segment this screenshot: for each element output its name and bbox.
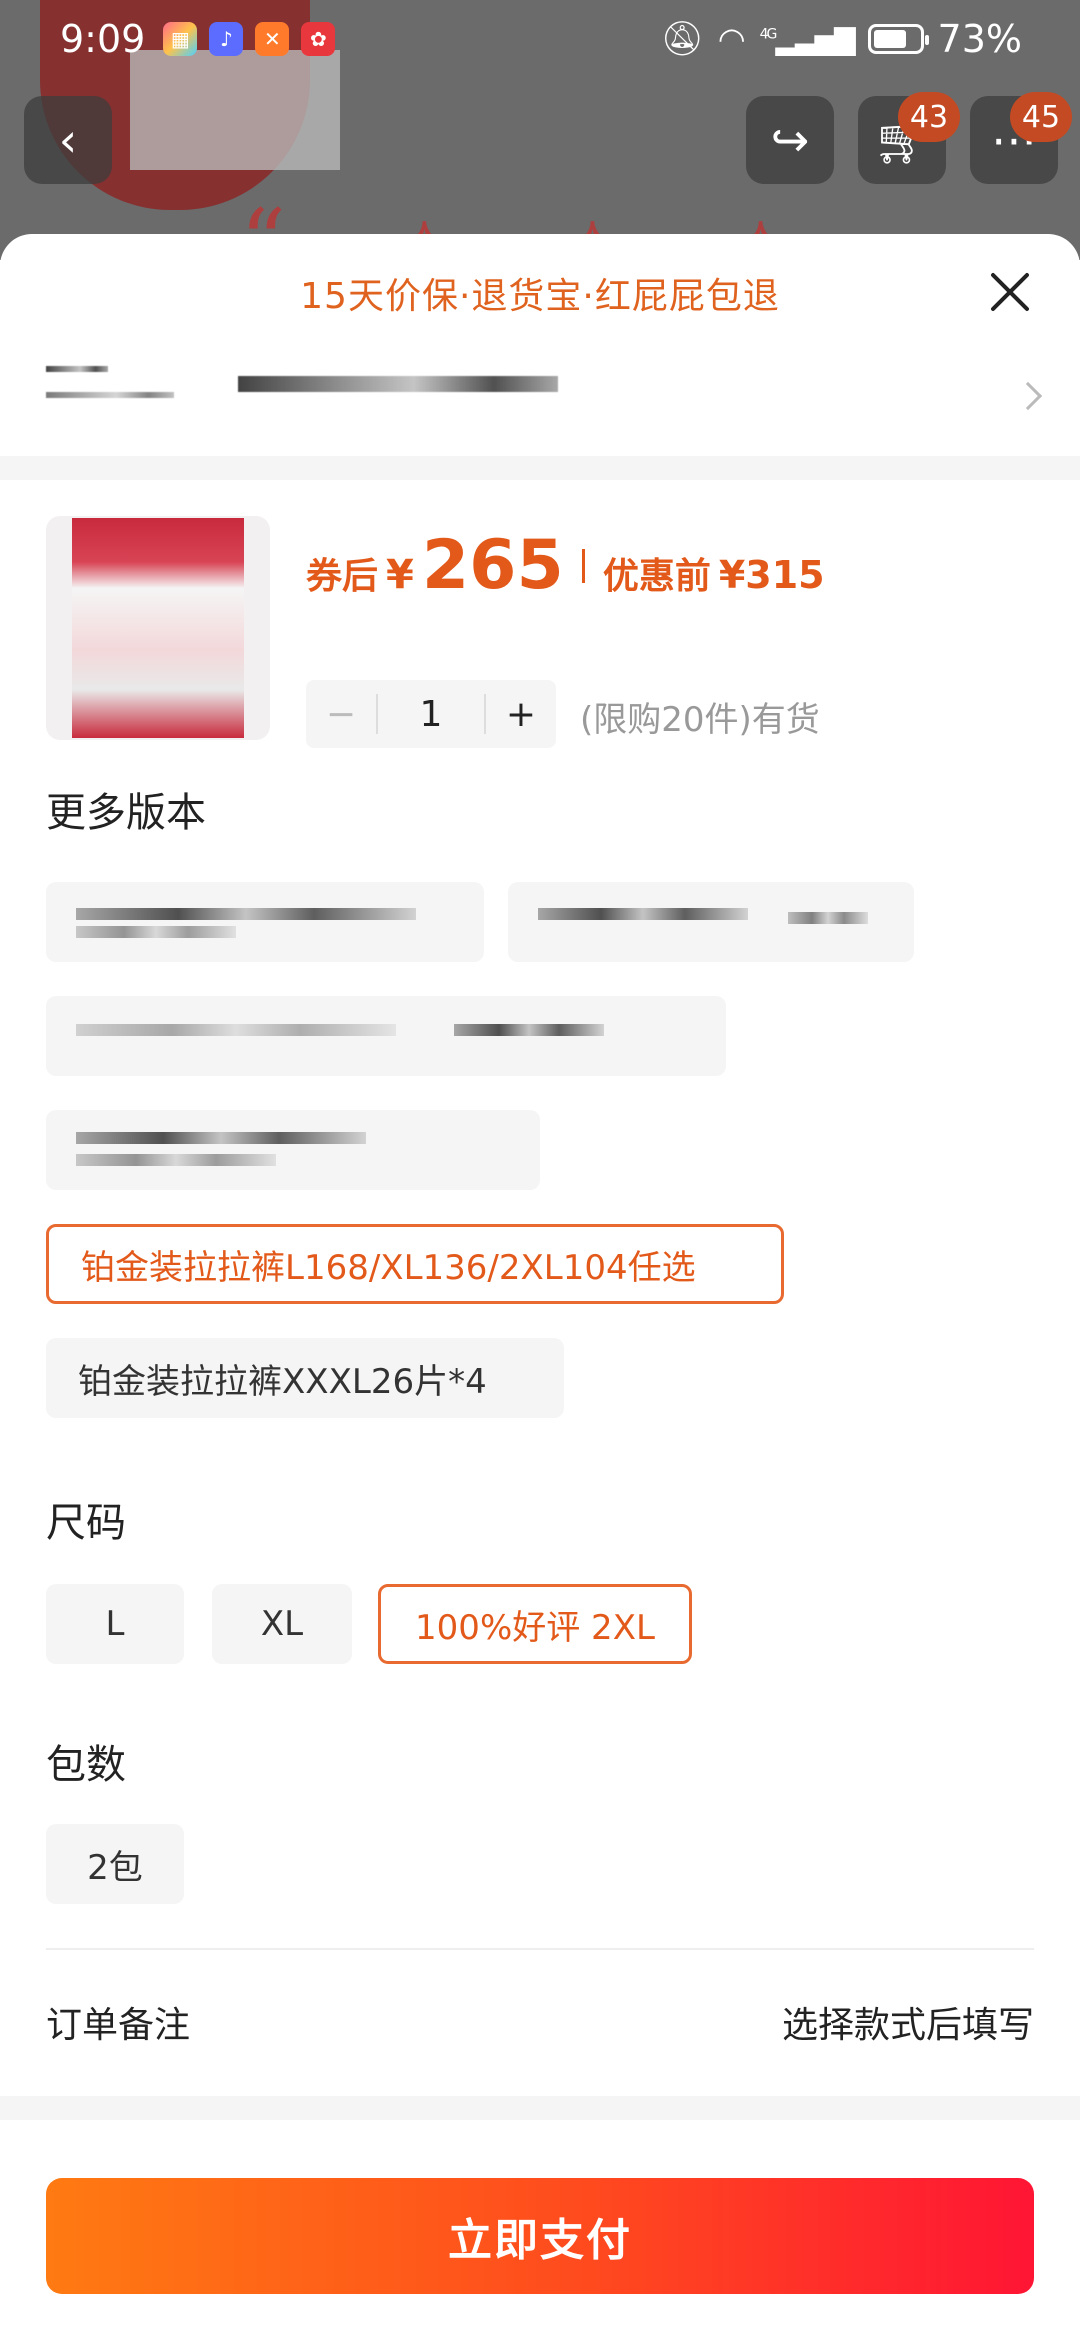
status-bar: 9:09 ▦ ♪ ✕ ✿ 🔕︎ ◠ 4G▂▃▅▇ 73% bbox=[0, 0, 1080, 78]
cart-badge: 43 bbox=[898, 92, 960, 142]
product-summary: 券后 ¥ 265 优惠前 ¥315 − 1 + (限购20件)有货 bbox=[0, 480, 1080, 755]
pre-discount-price: ¥315 bbox=[718, 553, 825, 597]
price-line: 券后 ¥ 265 优惠前 ¥315 bbox=[306, 526, 825, 605]
notification-app-icon-2: ✕ bbox=[255, 22, 290, 56]
quantity-plus-button[interactable]: + bbox=[486, 680, 556, 748]
notification-app-icon-1: ▦ bbox=[163, 22, 198, 56]
share-icon: ↪ bbox=[770, 113, 810, 167]
more-button[interactable]: ⋯ 45 bbox=[970, 92, 1072, 184]
size-option-xl[interactable]: XL bbox=[212, 1584, 352, 1664]
version-option-redacted-4[interactable] bbox=[46, 1110, 540, 1190]
battery-icon bbox=[867, 24, 929, 54]
pre-discount-label: 优惠前 bbox=[602, 556, 711, 597]
size-option-l[interactable]: L bbox=[46, 1584, 184, 1664]
sheet-header: 15天价保·退货宝·红屁屁包退 bbox=[0, 234, 1080, 352]
currency-symbol: ¥ bbox=[386, 552, 414, 598]
chevron-right-icon bbox=[1013, 381, 1043, 411]
sizes-title: 尺码 bbox=[46, 1500, 126, 1546]
address-row[interactable] bbox=[0, 352, 1080, 456]
cellular-signal-icon: 4G▂▃▅▇ bbox=[759, 22, 856, 56]
close-icon[interactable] bbox=[982, 264, 1038, 320]
packs-title: 包数 bbox=[46, 1742, 126, 1788]
quantity-stepper: − 1 + bbox=[306, 680, 556, 748]
back-button[interactable]: ‹ bbox=[24, 96, 112, 184]
product-image bbox=[72, 518, 244, 738]
version-option-redacted-2[interactable] bbox=[508, 882, 914, 962]
footer-divider bbox=[0, 2096, 1080, 2120]
pay-now-button[interactable]: 立即支付 bbox=[46, 2178, 1034, 2294]
share-button[interactable]: ↪ bbox=[746, 96, 834, 184]
music-app-icon: ♪ bbox=[209, 22, 244, 56]
version-option-selected[interactable]: 铂金装拉拉裤L168/XL136/2XL104任选 bbox=[46, 1224, 784, 1304]
wifi-icon: ◠ bbox=[717, 20, 746, 58]
quantity-minus-button[interactable]: − bbox=[306, 680, 376, 748]
pack-option-2[interactable]: 2包 bbox=[46, 1824, 184, 1904]
coupon-price-label: 券后 bbox=[306, 556, 379, 597]
order-note-label: 订单备注 bbox=[46, 2005, 191, 2046]
size-option-2xl[interactable]: 100%好评 2XL bbox=[378, 1584, 692, 1664]
cart-button[interactable]: 🛒︎ 43 bbox=[858, 92, 960, 184]
versions-title: 更多版本 bbox=[46, 790, 206, 836]
price-separator bbox=[581, 548, 585, 583]
status-app-icons: ▦ ♪ ✕ ✿ bbox=[163, 22, 336, 56]
address-detail-redacted bbox=[238, 376, 558, 392]
status-right-icons: 🔕︎ ◠ 4G▂▃▅▇ 73% bbox=[661, 17, 1022, 61]
version-option-redacted-3[interactable] bbox=[46, 996, 726, 1076]
stock-note: (限购20件)有货 bbox=[580, 700, 820, 740]
version-option-redacted-1[interactable] bbox=[46, 882, 484, 962]
chevron-left-icon: ‹ bbox=[58, 113, 78, 167]
purchase-sheet: 15天价保·退货宝·红屁屁包退 券后 ¥ 265 优惠前 ¥315 − 1 + … bbox=[0, 234, 1080, 2340]
product-thumbnail[interactable] bbox=[46, 516, 270, 740]
note-divider bbox=[46, 1948, 1034, 1950]
version-option-xxxl[interactable]: 铂金装拉拉裤XXXL26片*4 bbox=[46, 1338, 564, 1418]
coupon-price: 265 bbox=[421, 526, 564, 605]
address-name-redacted bbox=[46, 366, 108, 372]
guarantee-banner: 15天价保·退货宝·红屁屁包退 bbox=[300, 276, 780, 317]
address-phone-redacted bbox=[46, 392, 174, 398]
order-note-hint[interactable]: 选择款式后填写 bbox=[782, 1996, 1034, 2048]
notification-app-icon-3: ✿ bbox=[301, 22, 336, 56]
mute-icon: 🔕︎ bbox=[660, 19, 704, 59]
status-time: 9:09 bbox=[60, 17, 146, 61]
quantity-value[interactable]: 1 bbox=[378, 694, 484, 735]
more-badge: 45 bbox=[1010, 92, 1072, 142]
section-divider bbox=[0, 456, 1080, 480]
battery-percent: 73% bbox=[937, 17, 1022, 61]
